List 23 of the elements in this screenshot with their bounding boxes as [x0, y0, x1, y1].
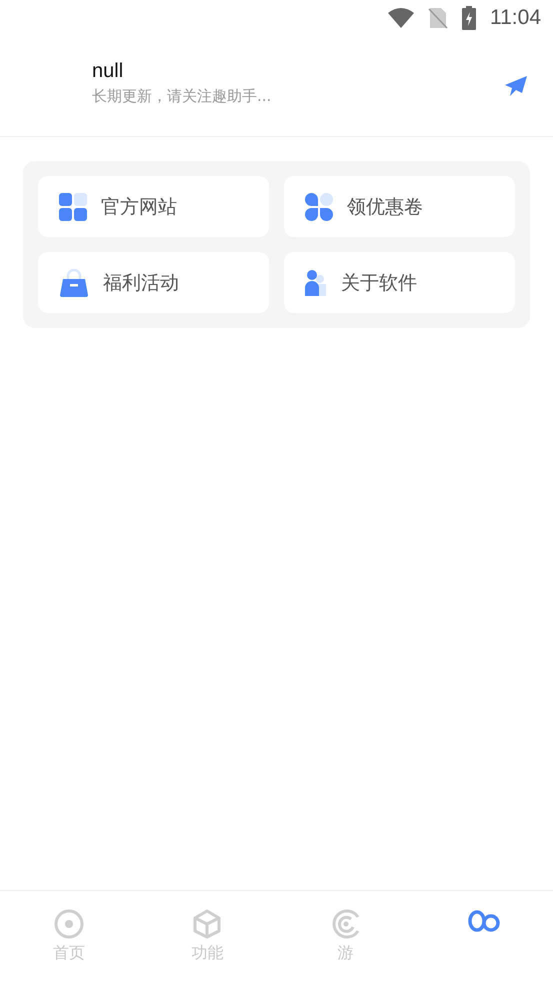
menu-label: 领优惠卷 [347, 194, 423, 220]
menu-label: 官方网站 [101, 194, 177, 220]
menu-tile[interactable]: 领优惠卷 [284, 176, 515, 237]
menu-label: 福利活动 [103, 270, 179, 296]
grid-icon [59, 192, 87, 220]
bag-icon [59, 268, 89, 296]
status-time: 11:04 [490, 6, 541, 30]
battery-icon [462, 6, 476, 30]
clover-icon [305, 192, 333, 220]
menu-tile[interactable]: 关于软件 [284, 252, 515, 313]
menu-tile[interactable]: 福利活动 [38, 252, 269, 313]
disc-icon [330, 909, 361, 939]
profile-subtitle: 长期更新，请关注趣助手... [92, 87, 272, 106]
loop-icon [468, 909, 500, 933]
wifi-icon [388, 8, 414, 28]
menu-tile[interactable]: 官方网站 [38, 176, 269, 237]
profile-name: null [92, 60, 124, 83]
send-icon[interactable] [505, 76, 527, 96]
cube-icon [192, 909, 222, 939]
menu-label: 关于软件 [341, 270, 417, 296]
target-icon [54, 909, 84, 939]
people-icon [305, 270, 327, 296]
no-sim-icon [428, 7, 448, 29]
